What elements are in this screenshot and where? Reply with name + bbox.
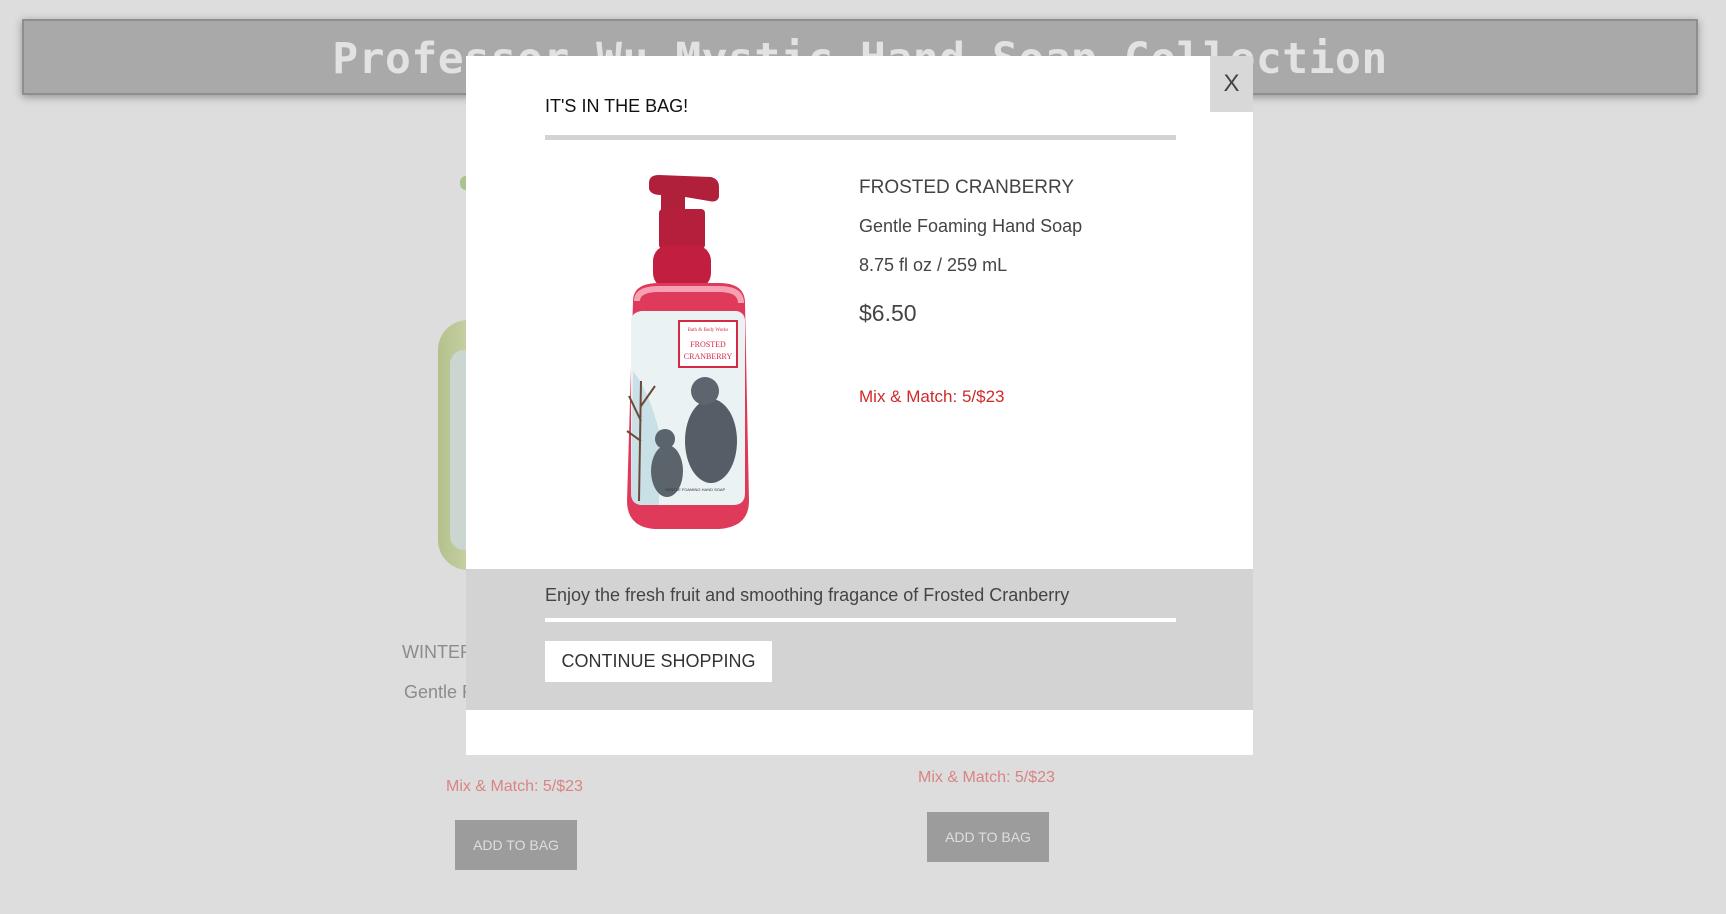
modal-title: IT'S IN THE BAG! (545, 96, 689, 116)
product-name: FROSTED CRANBERRY (859, 177, 1075, 198)
right-add-to-bag-button[interactable]: ADD TO BAG (927, 812, 1049, 862)
product-size: 8.75 fl oz / 259 mL (859, 255, 1008, 275)
product-price: $6.50 (859, 300, 917, 326)
close-modal-button[interactable]: X (1210, 56, 1253, 112)
product-image: Bath & Body Works FROSTED CRANBERRY GENT… (626, 175, 749, 529)
footer-divider (545, 618, 1176, 622)
product-promo: Mix & Match: 5/$23 (859, 387, 1005, 406)
label-title-line1: FROSTED (690, 340, 726, 349)
added-to-bag-modal: X IT'S IN THE BAG! Bath & Body Works FRO… (466, 56, 1253, 755)
product-type: Gentle Foaming Hand Soap (859, 216, 1083, 236)
left-product-promo: Mix & Match: 5/$23 (446, 778, 583, 795)
left-product-subtitle: Gentle F (404, 682, 474, 702)
label-brand-text: Bath & Body Works (688, 328, 729, 333)
product-description: Enjoy the fresh fruit and smoothing frag… (545, 585, 1070, 605)
right-product-promo: Mix & Match: 5/$23 (918, 769, 1055, 786)
label-title-line2: CRANBERRY (684, 352, 733, 361)
left-product-name[interactable]: WINTER (402, 642, 473, 663)
modal-footer: Enjoy the fresh fruit and smoothing frag… (466, 569, 1253, 710)
left-add-to-bag-button[interactable]: ADD TO BAG (455, 820, 577, 870)
label-bottom-text: GENTLE FOAMING HAND SOAP (665, 487, 726, 492)
title-divider (545, 135, 1176, 140)
continue-shopping-button[interactable]: CONTINUE SHOPPING (545, 641, 772, 682)
